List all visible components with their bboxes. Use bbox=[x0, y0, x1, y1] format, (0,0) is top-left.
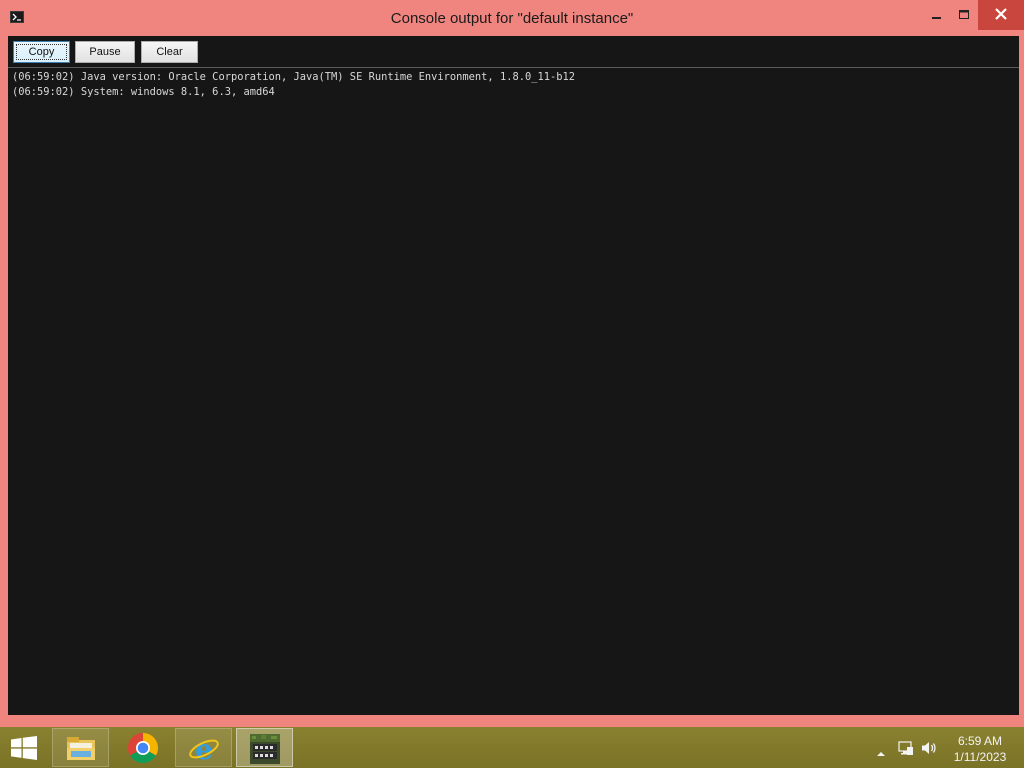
svg-text:e: e bbox=[195, 733, 213, 765]
clock-time: 6:59 AM bbox=[957, 734, 1003, 748]
maximize-button[interactable] bbox=[950, 0, 978, 30]
window-title: Console output for "default instance" bbox=[390, 10, 634, 27]
title-bar[interactable]: Console output for "default instance" bbox=[0, 0, 1024, 36]
console-line: (06:59:02) System: windows 8.1, 6.3, amd… bbox=[12, 86, 275, 98]
maximize-icon bbox=[959, 10, 969, 19]
taskbar-betacraft[interactable] bbox=[236, 728, 293, 767]
close-icon bbox=[995, 8, 1007, 20]
console-toolbar: Copy Pause Clear bbox=[8, 36, 1019, 68]
show-hidden-icons-arrow[interactable] bbox=[876, 743, 886, 762]
clear-button[interactable]: Clear bbox=[141, 41, 198, 63]
volume-icon[interactable] bbox=[921, 740, 939, 760]
start-button[interactable] bbox=[0, 727, 48, 768]
internet-explorer-icon: e bbox=[189, 733, 219, 765]
console-line: (06:59:02) Java version: Oracle Corporat… bbox=[12, 71, 576, 83]
clock-date: 1/11/2023 bbox=[953, 750, 1007, 764]
minimize-button[interactable] bbox=[922, 0, 950, 30]
console-client-area: Copy Pause Clear (06:59:02) Java version… bbox=[8, 36, 1019, 715]
taskbar-clock[interactable]: 6:59 AM 1/11/2023 bbox=[948, 733, 1012, 765]
pause-button[interactable]: Pause bbox=[75, 41, 135, 63]
file-explorer-icon bbox=[67, 737, 95, 760]
network-icon[interactable] bbox=[898, 740, 914, 760]
copy-button[interactable]: Copy bbox=[13, 41, 70, 63]
minimize-icon bbox=[932, 17, 941, 19]
console-window: Console output for "default instance" Co… bbox=[0, 0, 1024, 727]
taskbar-chrome[interactable] bbox=[115, 728, 172, 767]
close-button[interactable] bbox=[978, 0, 1024, 30]
windows-logo-icon bbox=[11, 736, 37, 760]
betacraft-icon bbox=[250, 734, 280, 764]
taskbar-internet-explorer[interactable]: e bbox=[175, 728, 232, 767]
console-output[interactable]: (06:59:02) Java version: Oracle Corporat… bbox=[8, 68, 1019, 715]
taskbar-file-explorer[interactable] bbox=[52, 728, 109, 767]
taskbar: e 6:59 AM 1/11/2023 bbox=[0, 727, 1024, 768]
chrome-icon bbox=[127, 733, 159, 764]
